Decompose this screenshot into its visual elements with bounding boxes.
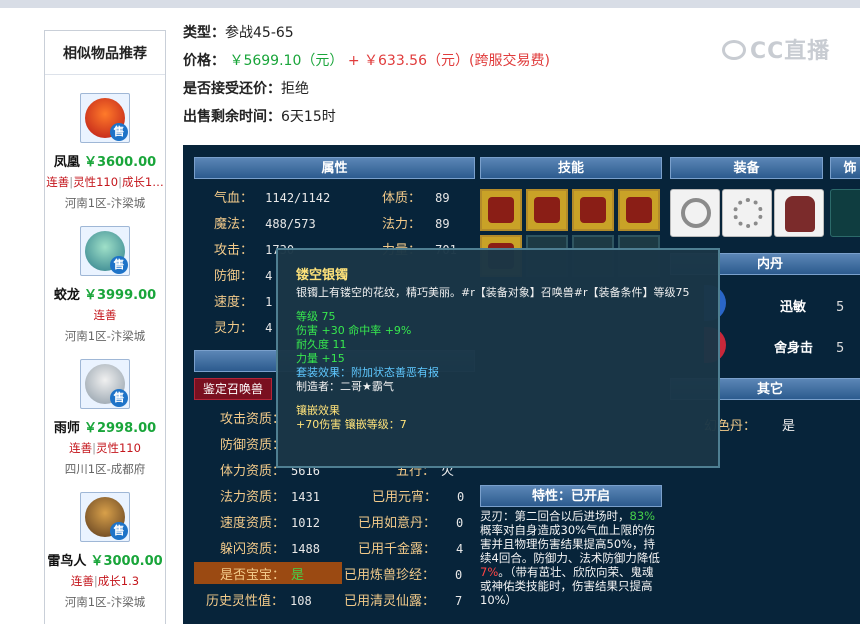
item-tags: 连善: [93, 308, 117, 322]
sell-badge: 售: [110, 389, 128, 407]
thunderbird-icon[interactable]: 售: [80, 492, 130, 542]
neidan-item: 舍身击 5: [774, 341, 845, 356]
stat-mp: 魔法： 488/573: [214, 217, 316, 232]
apt-is-baby: 是否宝宝：是: [220, 568, 305, 583]
tooltip-stats: 等级 75 伤害 +30 命中率 +9% 耐久度 11 力量 +15 套装效果：…: [296, 310, 439, 393]
used-qianjinlu: 已用千金露： 4: [358, 542, 464, 557]
top-strip: [0, 0, 860, 8]
similar-item[interactable]: 售 雷鸟人 ￥3000.00 连善|成长1.3 河南1区-汴梁城: [45, 492, 165, 610]
stat-spirit: 灵力： 4: [214, 321, 273, 336]
price-line: 价格： ￥5699.10（元） + ￥633.56（元）(跨服交易费): [183, 53, 550, 69]
item-server: 河南1区-汴梁城: [64, 595, 146, 609]
item-price: ￥3600.00: [83, 155, 157, 170]
apt-magic: 法力资质： 1431: [220, 490, 320, 505]
cc-live-watermark: CC直播: [722, 33, 830, 65]
used-lianshou: 已用炼兽珍经： 0: [344, 568, 463, 583]
skill-slot[interactable]: [480, 189, 522, 231]
item-tags: 连善|灵性110: [69, 441, 141, 455]
item-name[interactable]: 雷鸟人: [47, 554, 86, 569]
deco-header: 饰: [830, 157, 860, 179]
decoration-slot[interactable]: [830, 189, 860, 237]
similar-item[interactable]: 售 雨师 ￥2998.00 连善|灵性110 四川1区-成都府: [45, 359, 165, 477]
skill-slot[interactable]: [572, 189, 614, 231]
used-ruyidan: 已用如意丹： 0: [358, 516, 464, 531]
apt-dodge: 躲闪资质： 1488: [220, 542, 320, 557]
similar-items-sidebar: 相似物品推荐 售 凤凰 ￥3600.00 连善|灵性110|成长1… 河南1区-…: [44, 30, 166, 624]
phoenix-icon[interactable]: 售: [80, 93, 130, 143]
tooltip-inlay: 镶嵌效果 +70伤害 镶嵌等级：7: [296, 404, 407, 431]
identify-pet-button[interactable]: 鉴定召唤兽: [194, 378, 272, 400]
armor-equip-slot[interactable]: [774, 189, 824, 237]
sidebar-title: 相似物品推荐: [45, 31, 165, 75]
rain-master-icon[interactable]: 售: [80, 359, 130, 409]
item-name[interactable]: 凤凰: [54, 155, 80, 170]
skill-slot[interactable]: [526, 189, 568, 231]
used-yuanxiao: 已用元宵： 0: [372, 490, 465, 505]
sell-badge: 售: [110, 123, 128, 141]
dragon-icon[interactable]: 售: [80, 226, 130, 276]
item-server: 四川1区-成都府: [64, 462, 146, 476]
necklace-equip-slot[interactable]: [722, 189, 772, 237]
sell-badge: 售: [110, 522, 128, 540]
stat-speed: 速度： 1: [214, 295, 273, 310]
item-server: 河南1区-汴梁城: [64, 196, 146, 210]
tooltip-title: 镂空银镯: [296, 268, 349, 283]
neidan-item: 迅敏 5: [780, 300, 845, 315]
trait-header: 特性：已开启: [480, 485, 662, 507]
equipment-tooltip: 镂空银镯 银镯上有镂空的花纹，精巧美丽。#r【装备对象】召唤兽#r【装备条件】等…: [276, 248, 720, 468]
sell-badge: 售: [110, 256, 128, 274]
bracelet-equip-slot[interactable]: [670, 189, 720, 237]
item-tags: 连善|灵性110|成长1…: [46, 175, 164, 189]
skill-header: 技能: [480, 157, 662, 179]
price-main: ￥5699.10（元）: [229, 53, 344, 69]
item-name[interactable]: 雨师: [54, 421, 80, 436]
equip-header: 装备: [670, 157, 823, 179]
item-name[interactable]: 蛟龙: [54, 288, 80, 303]
similar-item[interactable]: 售 凤凰 ￥3600.00 连善|灵性110|成长1… 河南1区-汴梁城: [45, 93, 165, 211]
item-server: 河南1区-汴梁城: [64, 329, 146, 343]
item-price: ￥3999.00: [83, 288, 157, 303]
skill-slot[interactable]: [618, 189, 660, 231]
item-price: ￥2998.00: [83, 421, 157, 436]
apt-speed: 速度资质： 1012: [220, 516, 320, 531]
stat-constitution: 体质： 89: [382, 191, 450, 206]
stat-hp: 气血： 1142/1142: [214, 191, 331, 206]
similar-item[interactable]: 售 蛟龙 ￥3999.00 连善 河南1区-汴梁城: [45, 226, 165, 344]
stat-defense: 防御： 4: [214, 269, 273, 284]
used-qingling: 已用清灵仙露： 7: [344, 594, 463, 609]
stat-magic: 法力： 89: [382, 217, 450, 232]
remaining-time-line: 出售剩余时间：6天15时: [183, 109, 336, 125]
type-line: 类型：参战45-65: [183, 25, 294, 41]
apt-history-spirit: 历史灵性值： 108: [206, 594, 312, 609]
item-tags: 连善|成长1.3: [70, 574, 140, 588]
bargain-line: 是否接受还价：拒绝: [183, 81, 309, 97]
price-fee: ￥633.56（元）(跨服交易费): [364, 53, 550, 69]
attr-header: 属性: [194, 157, 475, 179]
item-price: ￥3000.00: [90, 554, 163, 569]
tooltip-description: 银镯上有镂空的花纹，精巧美丽。#r【装备对象】召唤兽#r【装备条件】等级75: [296, 286, 690, 299]
trait-description: 灵刃：第二回合以后进场时，83%概率对自身造成30%气血上限的伤害并且物理伤害结…: [480, 509, 660, 607]
